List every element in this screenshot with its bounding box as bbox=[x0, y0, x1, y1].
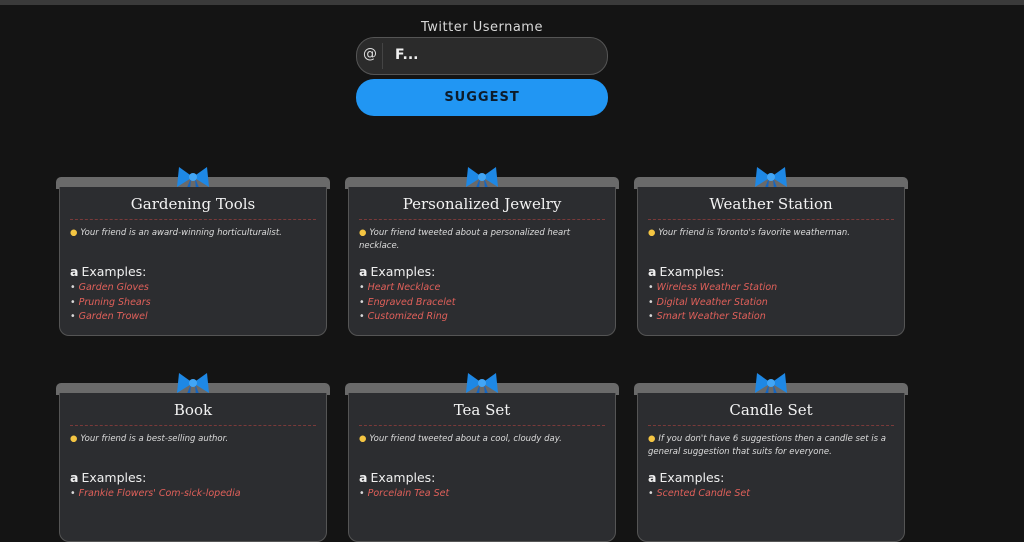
suggest-button[interactable]: SUGGEST bbox=[356, 79, 608, 116]
input-divider bbox=[382, 43, 383, 69]
title-divider bbox=[359, 219, 605, 220]
reason-text: Your friend is an award-winning horticul… bbox=[80, 228, 282, 238]
examples-label: Examples: bbox=[370, 470, 436, 485]
example-link[interactable]: Frankie Flowers' Com-sick-lopedia bbox=[79, 488, 241, 499]
username-value: F... bbox=[395, 47, 419, 63]
example-item: • Digital Weather Station bbox=[648, 296, 768, 308]
example-item: • Customized Ring bbox=[359, 311, 448, 322]
examples-heading: a Examples: bbox=[359, 264, 435, 279]
card-title: Personalized Jewelry bbox=[402, 195, 562, 213]
amazon-icon: a bbox=[648, 470, 657, 485]
example-link[interactable]: Smart Weather Station bbox=[657, 311, 766, 322]
examples-list: • Scented Candle Set bbox=[648, 487, 750, 502]
thinking-icon: ● bbox=[648, 434, 656, 444]
example-item: • Heart Necklace bbox=[359, 282, 441, 293]
examples-label: Examples: bbox=[81, 264, 147, 279]
example-item: • Pruning Shears bbox=[70, 296, 151, 308]
example-link[interactable]: Customized Ring bbox=[368, 311, 448, 322]
card-body: Gardening Tools ● Your friend is an award-… bbox=[59, 187, 327, 336]
at-symbol: @ bbox=[363, 46, 377, 62]
reason-text: Your friend tweeted about a cool, cloudy… bbox=[369, 434, 562, 444]
example-item: • Wireless Weather Station bbox=[648, 282, 778, 293]
reason-text: If you don't have 6 suggestions then a c… bbox=[648, 434, 886, 457]
card-title: Book bbox=[173, 401, 213, 419]
example-item: • Frankie Flowers' Com-sick-lopedia bbox=[70, 488, 241, 499]
examples-heading: a Examples: bbox=[70, 264, 146, 279]
thinking-icon: ● bbox=[359, 434, 367, 444]
card-reason: ● Your friend is an award-winning horticu… bbox=[70, 227, 316, 240]
card-reason: ● If you don't have 6 suggestions then a … bbox=[648, 433, 894, 459]
card-title: Tea Set bbox=[453, 401, 511, 419]
example-link[interactable]: Pruning Shears bbox=[79, 297, 151, 308]
card-title: Weather Station bbox=[709, 195, 833, 213]
examples-heading: a Examples: bbox=[648, 264, 724, 279]
title-divider bbox=[70, 425, 316, 426]
card-title: Gardening Tools bbox=[130, 195, 256, 213]
card-body: Personalized Jewelry ● Your friend tweeted… bbox=[348, 187, 616, 336]
example-item: • Engraved Bracelet bbox=[359, 296, 456, 308]
examples-list: • Heart Necklace • Engraved Bracelet • Cus… bbox=[359, 281, 455, 325]
examples-label: Examples: bbox=[659, 264, 725, 279]
examples-list: • Frankie Flowers' Com-sick-lopedia bbox=[70, 487, 241, 502]
username-input[interactable]: @ F... bbox=[356, 37, 608, 75]
example-item: • Garden Trowel bbox=[70, 311, 148, 322]
username-label: Twitter Username bbox=[421, 20, 543, 35]
examples-heading: a Examples: bbox=[648, 470, 724, 485]
thinking-icon: ● bbox=[70, 434, 78, 444]
reason-text: Your friend tweeted about a personalized… bbox=[359, 228, 571, 251]
amazon-icon: a bbox=[359, 264, 368, 279]
example-link[interactable]: Wireless Weather Station bbox=[657, 282, 778, 293]
title-divider bbox=[359, 425, 605, 426]
examples-heading: a Examples: bbox=[70, 470, 146, 485]
reason-text: Your friend is Toronto's favorite weathe… bbox=[658, 228, 850, 238]
example-link[interactable]: Garden Gloves bbox=[79, 282, 149, 293]
example-link[interactable]: Porcelain Tea Set bbox=[368, 488, 450, 499]
title-divider bbox=[70, 219, 316, 220]
amazon-icon: a bbox=[70, 470, 79, 485]
thinking-icon: ● bbox=[648, 228, 656, 238]
title-divider bbox=[648, 425, 894, 426]
example-item: • Smart Weather Station bbox=[648, 311, 766, 322]
examples-label: Examples: bbox=[370, 264, 436, 279]
examples-label: Examples: bbox=[659, 470, 725, 485]
username-form: Twitter Username @ F... SUGGEST bbox=[356, 20, 608, 116]
example-link[interactable]: Digital Weather Station bbox=[657, 297, 768, 308]
amazon-icon: a bbox=[648, 264, 657, 279]
title-divider bbox=[648, 219, 894, 220]
card-reason: ● Your friend is a best-selling author. bbox=[70, 433, 316, 446]
example-link[interactable]: Heart Necklace bbox=[368, 282, 441, 293]
thinking-icon: ● bbox=[70, 228, 78, 238]
top-bar bbox=[0, 0, 1024, 5]
examples-heading: a Examples: bbox=[359, 470, 435, 485]
examples-list: • Wireless Weather Station • Digital Weat… bbox=[648, 281, 777, 325]
amazon-icon: a bbox=[359, 470, 368, 485]
card-reason: ● Your friend tweeted about a personalize… bbox=[359, 227, 605, 253]
example-link[interactable]: Scented Candle Set bbox=[657, 488, 750, 499]
card-title: Candle Set bbox=[729, 401, 813, 419]
card-reason: ● Your friend is Toronto's favorite weath… bbox=[648, 227, 894, 240]
examples-list: • Garden Gloves • Pruning Shears • Garden … bbox=[70, 281, 151, 325]
card-body: Book ● Your friend is a best-selling autho… bbox=[59, 393, 327, 542]
card-reason: ● Your friend tweeted about a cool, cloud… bbox=[359, 433, 605, 446]
example-item: • Garden Gloves bbox=[70, 282, 149, 293]
example-link[interactable]: Engraved Bracelet bbox=[368, 297, 456, 308]
examples-label: Examples: bbox=[81, 470, 147, 485]
example-item: • Scented Candle Set bbox=[648, 488, 750, 499]
card-body: Tea Set ● Your friend tweeted about a cool… bbox=[348, 393, 616, 542]
examples-list: • Porcelain Tea Set bbox=[359, 487, 449, 502]
reason-text: Your friend is a best-selling author. bbox=[80, 434, 229, 444]
card-body: Candle Set ● If you don't have 6 suggestio… bbox=[637, 393, 905, 542]
thinking-icon: ● bbox=[359, 228, 367, 238]
example-item: • Porcelain Tea Set bbox=[359, 488, 450, 499]
card-body: Weather Station ● Your friend is Toronto's… bbox=[637, 187, 905, 336]
amazon-icon: a bbox=[70, 264, 79, 279]
example-link[interactable]: Garden Trowel bbox=[79, 311, 148, 322]
